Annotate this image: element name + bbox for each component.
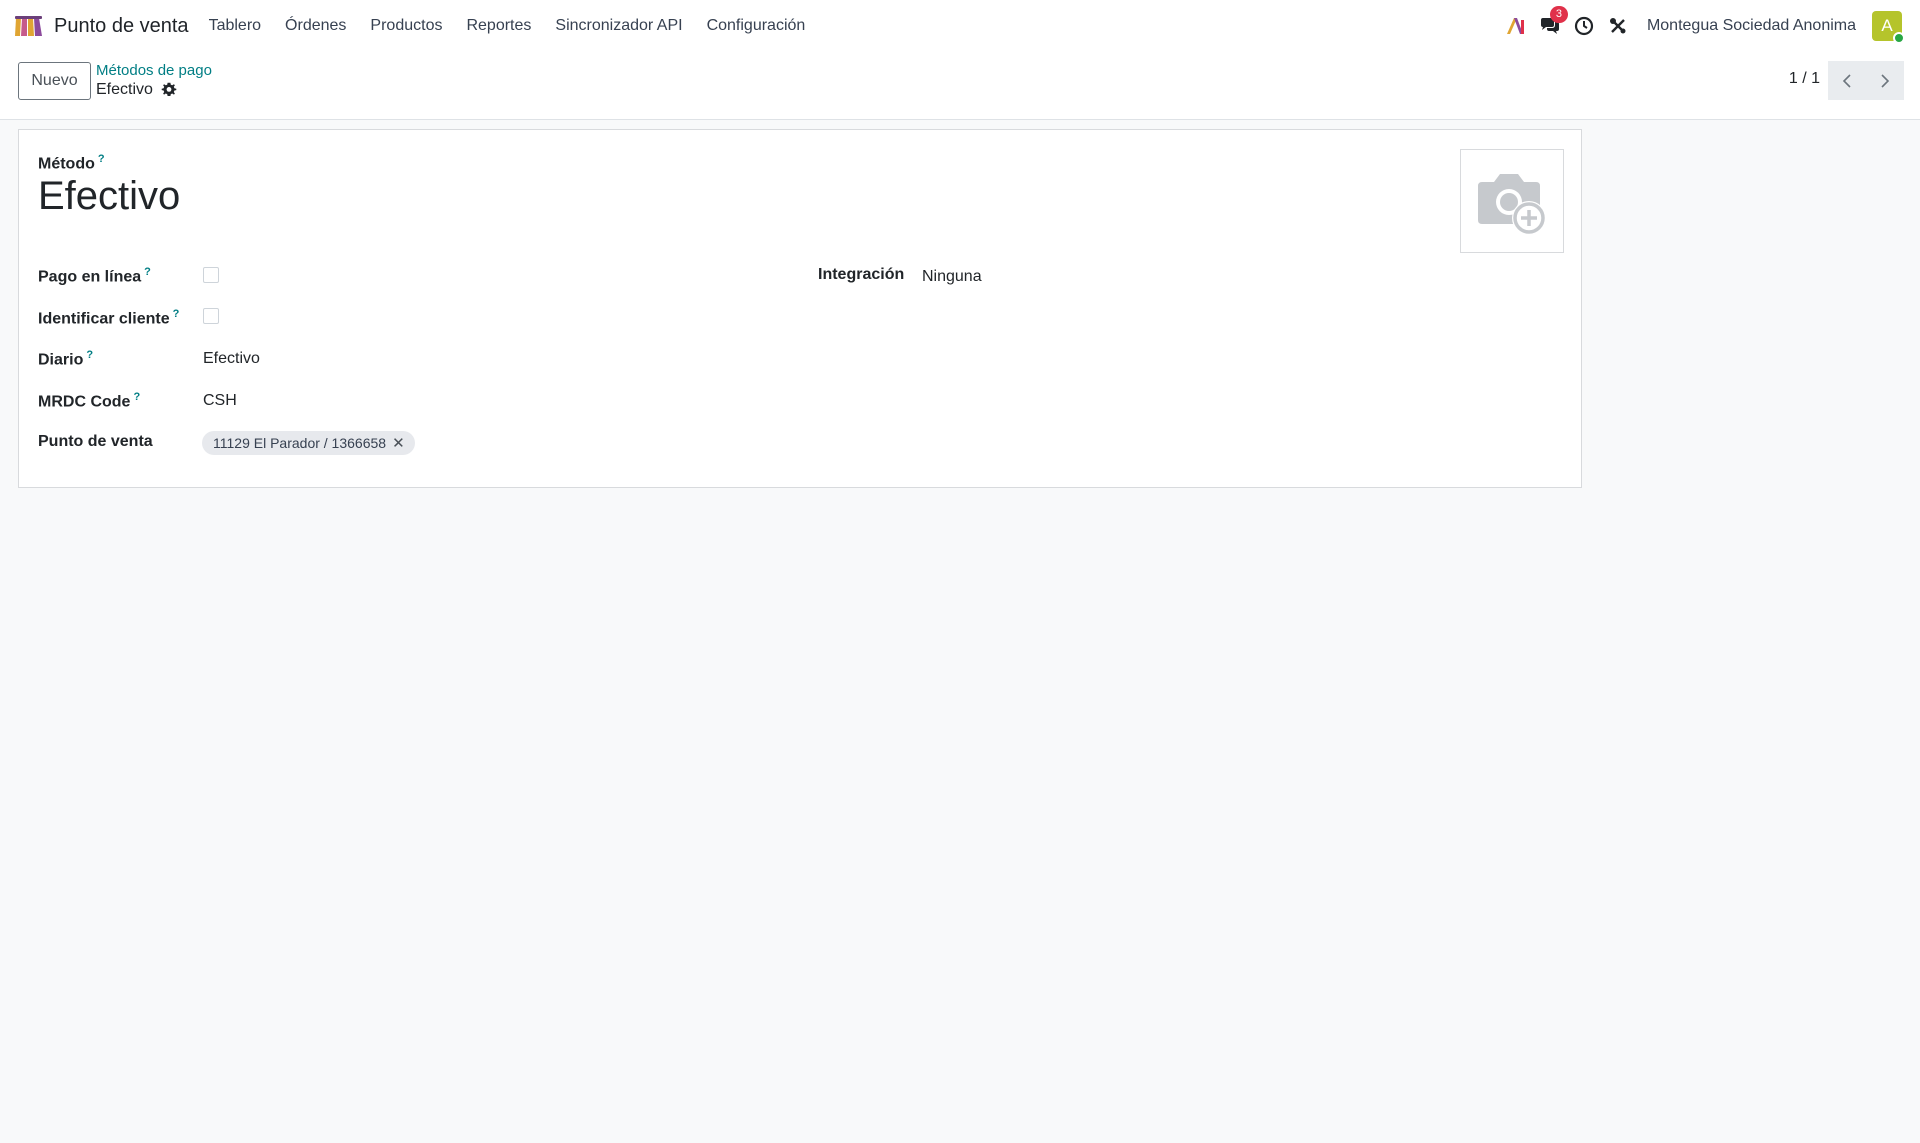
tag-remove-icon[interactable]: ✕ bbox=[392, 434, 405, 452]
integration-field[interactable]: Ninguna bbox=[922, 268, 982, 286]
menu-item-reportes[interactable]: Reportes bbox=[454, 0, 543, 52]
camera-plus-icon bbox=[1478, 174, 1546, 235]
clock-icon bbox=[1574, 16, 1594, 36]
image-upload[interactable] bbox=[1460, 149, 1564, 253]
company-switcher[interactable]: Montegua Sociedad Anonima bbox=[1647, 17, 1856, 35]
tools-icon bbox=[1609, 18, 1626, 34]
pager-value[interactable]: 1 / 1 bbox=[1789, 70, 1820, 88]
avatar-letter: A bbox=[1881, 16, 1893, 35]
mrdc-code-label-text: MRDC Code bbox=[38, 393, 131, 411]
online-payment-checkbox[interactable] bbox=[203, 267, 219, 283]
menu-item-tablero[interactable]: Tablero bbox=[197, 0, 273, 52]
top-menu: Tablero Órdenes Productos Reportes Sincr… bbox=[197, 0, 818, 52]
menu-item-configuracion[interactable]: Configuración bbox=[695, 0, 818, 52]
breadcrumb-payment-methods[interactable]: Métodos de pago bbox=[96, 62, 212, 79]
breadcrumb-current-record: Efectivo bbox=[96, 81, 153, 98]
online-payment-help-icon[interactable]: ? bbox=[144, 266, 151, 278]
systray: 3 Montegua Sociedad Anonima A bbox=[1499, 0, 1920, 52]
messages-icon[interactable]: 3 bbox=[1539, 6, 1568, 37]
messages-badge: 3 bbox=[1549, 6, 1568, 23]
user-avatar[interactable]: A bbox=[1872, 11, 1905, 44]
pager-previous-button[interactable] bbox=[1828, 61, 1866, 100]
integration-label: Integración bbox=[818, 266, 905, 283]
mrdc-code-label: MRDC Code? bbox=[38, 391, 140, 411]
identify-customer-help-icon[interactable]: ? bbox=[173, 308, 180, 320]
store-icon bbox=[15, 16, 42, 36]
journal-help-icon[interactable]: ? bbox=[86, 349, 93, 361]
menu-item-sincronizador[interactable]: Sincronizador API bbox=[543, 0, 694, 52]
pos-tag: 11129 El Parador / 1366658 ✕ bbox=[202, 431, 415, 455]
control-panel: Nuevo Métodos de pago Efectivo 1 / 1 bbox=[0, 52, 1920, 120]
online-payment-label: Pago en línea? bbox=[38, 266, 151, 286]
ai-glyph-icon bbox=[1506, 18, 1524, 34]
chevron-right-icon bbox=[1881, 73, 1890, 88]
new-button[interactable]: Nuevo bbox=[18, 62, 91, 100]
pos-label: Punto de venta bbox=[38, 433, 153, 450]
chevron-left-icon bbox=[1842, 73, 1851, 88]
app-name: Punto de venta bbox=[54, 14, 189, 37]
identify-customer-label: Identificar cliente? bbox=[38, 308, 179, 328]
method-label: Método? bbox=[38, 153, 105, 173]
activity-clock-icon[interactable] bbox=[1573, 15, 1595, 37]
form-sheet: Método? Efectivo Pago en línea? Identifi… bbox=[18, 129, 1582, 488]
online-status-dot bbox=[1893, 32, 1905, 44]
pos-tag-label: 11129 El Parador / 1366658 bbox=[213, 435, 387, 451]
method-label-text: Método bbox=[38, 155, 95, 173]
debug-tools-icon[interactable] bbox=[1607, 15, 1629, 37]
menu-item-ordenes[interactable]: Órdenes bbox=[273, 0, 358, 52]
identify-customer-label-text: Identificar cliente bbox=[38, 310, 170, 328]
gear-icon[interactable] bbox=[161, 82, 177, 98]
menu-item-productos[interactable]: Productos bbox=[358, 0, 454, 52]
mrdc-code-field[interactable]: CSH bbox=[203, 392, 237, 410]
journal-field[interactable]: Efectivo bbox=[203, 350, 260, 368]
online-payment-label-text: Pago en línea bbox=[38, 268, 142, 286]
ai-icon[interactable] bbox=[1505, 15, 1527, 37]
pager-next-button[interactable] bbox=[1866, 61, 1904, 100]
main-navbar: Punto de venta Tablero Órdenes Productos… bbox=[0, 0, 1920, 52]
method-help-icon[interactable]: ? bbox=[98, 153, 105, 165]
journal-label: Diario? bbox=[38, 349, 93, 369]
identify-customer-checkbox[interactable] bbox=[203, 308, 219, 324]
mrdc-code-help-icon[interactable]: ? bbox=[133, 391, 140, 403]
app-brand[interactable]: Punto de venta bbox=[14, 14, 189, 38]
method-name-field[interactable]: Efectivo bbox=[38, 174, 180, 219]
journal-label-text: Diario bbox=[38, 351, 84, 369]
